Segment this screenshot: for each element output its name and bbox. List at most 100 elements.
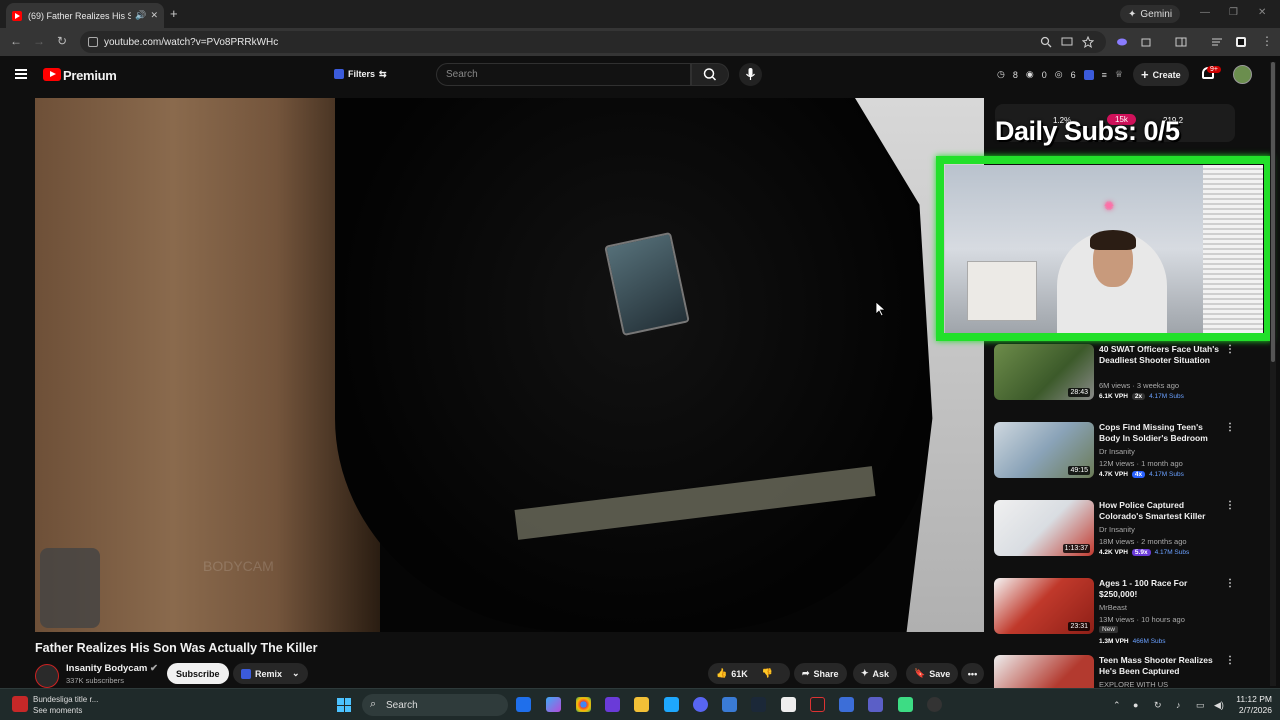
share-button[interactable]: ➦ Share xyxy=(794,663,847,684)
taskbar-app-icon[interactable] xyxy=(810,697,825,712)
brand-premium[interactable]: Premium xyxy=(63,68,117,83)
taskbar-app-icon[interactable] xyxy=(898,697,913,712)
reload-icon[interactable]: ↻ xyxy=(57,34,67,48)
browser-tab[interactable]: (69) Father Realizes His Son 🔊 ✕ xyxy=(6,3,164,28)
extension-badge-icon[interactable] xyxy=(1083,69,1094,80)
tray-chevron-icon[interactable]: ⌃ xyxy=(1113,700,1121,711)
side-panel-icon[interactable] xyxy=(1175,36,1187,48)
recommendation-channel[interactable]: Dr Insanity xyxy=(1099,447,1135,456)
maximize-icon[interactable]: ❐ xyxy=(1229,7,1238,18)
channel-name[interactable]: Insanity Bodycam ✔ xyxy=(66,663,158,674)
windows-start-icon[interactable] xyxy=(337,698,351,712)
forward-icon[interactable]: → xyxy=(33,34,45,48)
save-button[interactable]: 🔖 Save xyxy=(906,663,959,684)
search-input[interactable]: Search xyxy=(436,63,691,86)
site-info-icon[interactable] xyxy=(88,37,98,47)
recommendation-item[interactable]: 49:15 Cops Find Missing Teen's Body In S… xyxy=(994,422,1254,484)
gemini-button[interactable]: ✦ Gemini xyxy=(1120,5,1181,23)
menu-icon[interactable] xyxy=(15,69,27,79)
recommendation-item[interactable]: 23:31 Ages 1 - 100 Race For $250,000! Mr… xyxy=(994,578,1254,645)
close-tab-icon[interactable]: ✕ xyxy=(150,10,158,21)
recommendation-meta: 13M views · 10 hours ago xyxy=(1099,615,1185,624)
recommendation-thumbnail[interactable]: 1:13:37 xyxy=(994,500,1094,556)
chrome-icon[interactable] xyxy=(576,697,591,712)
more-options-icon[interactable]: ⋮ xyxy=(1225,344,1235,355)
notepad-icon[interactable] xyxy=(664,697,679,712)
network-icon[interactable]: ▭ xyxy=(1196,700,1205,711)
steam-icon[interactable] xyxy=(751,697,766,712)
subscribe-button[interactable]: Subscribe xyxy=(167,663,229,684)
voice-search-button[interactable] xyxy=(739,63,762,86)
taskbar-app-icon[interactable] xyxy=(839,697,854,712)
taskbar-clock[interactable]: 11:12 PM 2/7/2026 xyxy=(1232,694,1272,716)
tray-sync-icon[interactable]: ↻ xyxy=(1154,700,1162,711)
video-player[interactable]: BODYCAM xyxy=(35,98,984,632)
zoom-icon[interactable] xyxy=(1040,36,1052,48)
ask-button[interactable]: ✦ Ask xyxy=(853,663,898,684)
recommendation-title[interactable]: Cops Find Missing Teen's Body In Soldier… xyxy=(1099,422,1219,444)
channel-avatar[interactable] xyxy=(35,664,59,688)
youtube-logo-icon[interactable] xyxy=(43,68,61,81)
more-options-icon[interactable]: ⋮ xyxy=(1225,500,1235,511)
recommendation-channel[interactable]: MrBeast xyxy=(1099,603,1127,612)
extension-purple-icon[interactable] xyxy=(1116,36,1128,48)
more-options-icon[interactable]: ⋮ xyxy=(1225,422,1235,433)
recommendation-title[interactable]: How Police Captured Colorado's Smartest … xyxy=(1099,500,1219,522)
back-icon[interactable]: ← xyxy=(10,34,22,48)
more-actions-button[interactable]: ••• xyxy=(961,663,984,684)
teams-icon[interactable] xyxy=(868,697,883,712)
discord-icon[interactable] xyxy=(693,697,708,712)
recommendation-item[interactable]: Teen Mass Shooter Realizes He's Been Cap… xyxy=(994,655,1254,688)
remix-button[interactable]: Remix ⌄ xyxy=(233,663,308,684)
news-widget[interactable]: Bundesliga title r... See moments xyxy=(12,694,98,716)
recommendation-item[interactable]: 1:13:37 How Police Captured Colorado's S… xyxy=(994,500,1254,562)
thumbs-down-icon[interactable]: 👎 xyxy=(762,668,773,679)
trophy-icon[interactable]: ♕ xyxy=(1115,69,1123,80)
create-button[interactable]: + Create xyxy=(1133,63,1189,86)
recommendation-thumbnail[interactable]: 28:43 xyxy=(994,344,1094,400)
taskbar-app-icon[interactable] xyxy=(781,697,796,712)
taskbar-app-icon[interactable] xyxy=(605,697,620,712)
recommendation-item[interactable]: 28:43 40 SWAT Officers Face Utah's Deadl… xyxy=(994,344,1254,406)
extensions-puzzle-icon[interactable] xyxy=(1140,36,1152,48)
taskbar-search[interactable]: ⌕ Search xyxy=(362,694,508,716)
recommendation-channel[interactable]: EXPLORE WITH US xyxy=(1099,680,1168,688)
obs-icon[interactable] xyxy=(927,697,942,712)
copilot-icon[interactable] xyxy=(546,697,561,712)
recommendation-thumbnail[interactable]: 49:15 xyxy=(994,422,1094,478)
recommendation-title[interactable]: 40 SWAT Officers Face Utah's Deadliest S… xyxy=(1099,344,1219,366)
media-queue-icon[interactable] xyxy=(1211,36,1223,48)
audio-icon[interactable]: 🔊 xyxy=(135,10,146,21)
share-label: Share xyxy=(813,668,839,679)
taskbar-app-icon[interactable] xyxy=(516,697,531,712)
volume-icon[interactable]: ◀) xyxy=(1214,700,1224,711)
profile-icon[interactable] xyxy=(1235,36,1247,48)
tray-app-icon[interactable]: ● xyxy=(1133,700,1138,710)
search-button[interactable] xyxy=(691,63,729,86)
more-options-icon[interactable]: ⋮ xyxy=(1225,655,1235,666)
tray-mic-icon[interactable]: ♪ xyxy=(1176,700,1181,710)
close-window-icon[interactable]: ✕ xyxy=(1258,7,1266,18)
user-avatar[interactable] xyxy=(1233,65,1252,84)
recommendation-channel[interactable]: Dr Insanity xyxy=(1099,525,1135,534)
recommendation-thumbnail[interactable] xyxy=(994,655,1094,688)
like-dislike-button[interactable]: 👍 61K 👎 xyxy=(708,663,790,684)
page-scrollbar[interactable] xyxy=(1270,62,1276,686)
new-tab-button[interactable]: + xyxy=(170,6,178,21)
minimize-icon[interactable]: — xyxy=(1200,7,1210,18)
chrome-menu-icon[interactable]: ⋮ xyxy=(1261,34,1273,48)
file-explorer-icon[interactable] xyxy=(634,697,649,712)
photos-icon[interactable] xyxy=(722,697,737,712)
thumbs-up-icon[interactable]: 👍 xyxy=(716,668,727,679)
address-bar[interactable]: youtube.com/watch?v=PVo8PRRkWHc xyxy=(80,31,1106,53)
recommendation-title[interactable]: Teen Mass Shooter Realizes He's Been Cap… xyxy=(1099,655,1219,677)
bookmark-star-icon[interactable] xyxy=(1082,36,1094,48)
recommendation-thumbnail[interactable]: 23:31 xyxy=(994,578,1094,634)
more-options-icon[interactable]: ⋮ xyxy=(1225,578,1235,589)
filters-button[interactable]: Filters ⇆ xyxy=(328,65,393,83)
windows-taskbar: Bundesliga title r... See moments ⌕ Sear… xyxy=(0,688,1280,720)
list-icon[interactable]: ≡ xyxy=(1102,70,1107,80)
install-icon[interactable] xyxy=(1061,36,1073,48)
create-label: Create xyxy=(1152,69,1181,80)
recommendation-title[interactable]: Ages 1 - 100 Race For $250,000! xyxy=(1099,578,1219,600)
